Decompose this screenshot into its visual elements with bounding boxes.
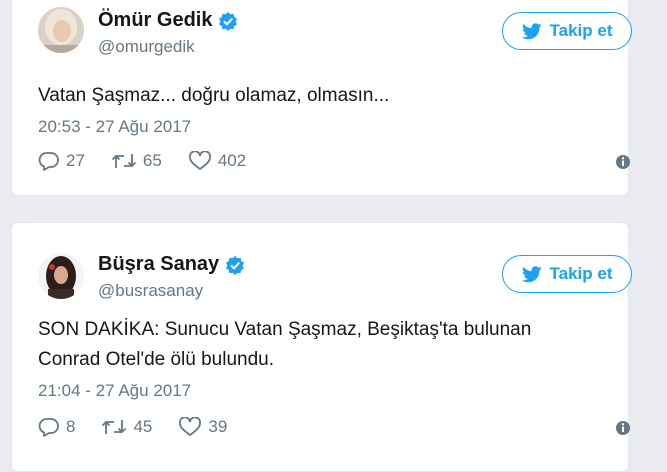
twitter-bird-icon bbox=[521, 265, 542, 282]
retweet-count: 65 bbox=[142, 151, 162, 170]
author-name[interactable]: Ömür Gedik bbox=[98, 9, 212, 32]
tweet-text: SON DAKİKA: Sunucu Vatan Şaşmaz, Beşikta… bbox=[38, 315, 608, 375]
avatar[interactable] bbox=[38, 253, 84, 299]
follow-label: Takip et bbox=[549, 264, 613, 283]
follow-button[interactable]: Takip et bbox=[502, 12, 632, 50]
author-handle[interactable]: @omurgedik bbox=[98, 37, 195, 57]
follow-button[interactable]: Takip et bbox=[502, 255, 632, 293]
twitter-bird-icon bbox=[521, 22, 542, 39]
tweet-card: Ömür Gedik @omurgedik Takip et Vatan Şaş… bbox=[11, 0, 632, 196]
reply-button[interactable]: 8 bbox=[38, 417, 75, 437]
tweet-text: Vatan Şaşmaz... doğru olamaz, olmasın... bbox=[38, 85, 390, 106]
retweet-button[interactable]: 45 bbox=[101, 417, 152, 437]
tweet-actions: 27 65 402 bbox=[38, 151, 272, 171]
like-count: 402 bbox=[217, 151, 247, 170]
like-icon bbox=[179, 417, 202, 436]
reply-count: 8 bbox=[66, 417, 76, 436]
like-button[interactable]: 402 bbox=[188, 151, 246, 171]
author-name-row[interactable]: Ömür Gedik bbox=[98, 9, 238, 32]
retweet-icon bbox=[102, 420, 127, 434]
tweet-timestamp[interactable]: 21:04 - 27 Ağu 2017 bbox=[38, 381, 191, 401]
avatar[interactable] bbox=[38, 7, 84, 53]
author-name[interactable]: Büşra Sanay bbox=[98, 253, 219, 276]
reply-icon bbox=[38, 418, 59, 437]
info-icon[interactable] bbox=[614, 153, 632, 171]
reply-count: 27 bbox=[66, 151, 85, 170]
author-name-row[interactable]: Büşra Sanay bbox=[98, 253, 245, 276]
tweet-timestamp[interactable]: 20:53 - 27 Ağu 2017 bbox=[38, 117, 191, 137]
follow-label: Takip et bbox=[549, 21, 613, 40]
like-icon bbox=[188, 151, 211, 170]
retweet-count: 45 bbox=[133, 417, 153, 436]
tweet-text-line: Conrad Otel'de ölü bulundu. bbox=[38, 349, 275, 370]
info-icon[interactable] bbox=[614, 419, 632, 437]
author-handle[interactable]: @busrasanay bbox=[98, 281, 203, 301]
like-count: 39 bbox=[208, 417, 228, 436]
verified-icon bbox=[218, 11, 238, 31]
reply-icon bbox=[38, 152, 59, 171]
like-button[interactable]: 39 bbox=[178, 417, 227, 437]
tweet-actions: 8 45 39 bbox=[38, 417, 253, 437]
tweet-text-line: SON DAKİKA: Sunucu Vatan Şaşmaz, Beşikta… bbox=[38, 319, 532, 340]
retweet-button[interactable]: 65 bbox=[111, 151, 162, 171]
retweet-icon bbox=[111, 154, 137, 168]
tweet-card: Büşra Sanay @busrasanay Takip et SON DAK… bbox=[11, 222, 632, 472]
reply-button[interactable]: 27 bbox=[38, 151, 85, 171]
verified-icon bbox=[225, 255, 245, 275]
